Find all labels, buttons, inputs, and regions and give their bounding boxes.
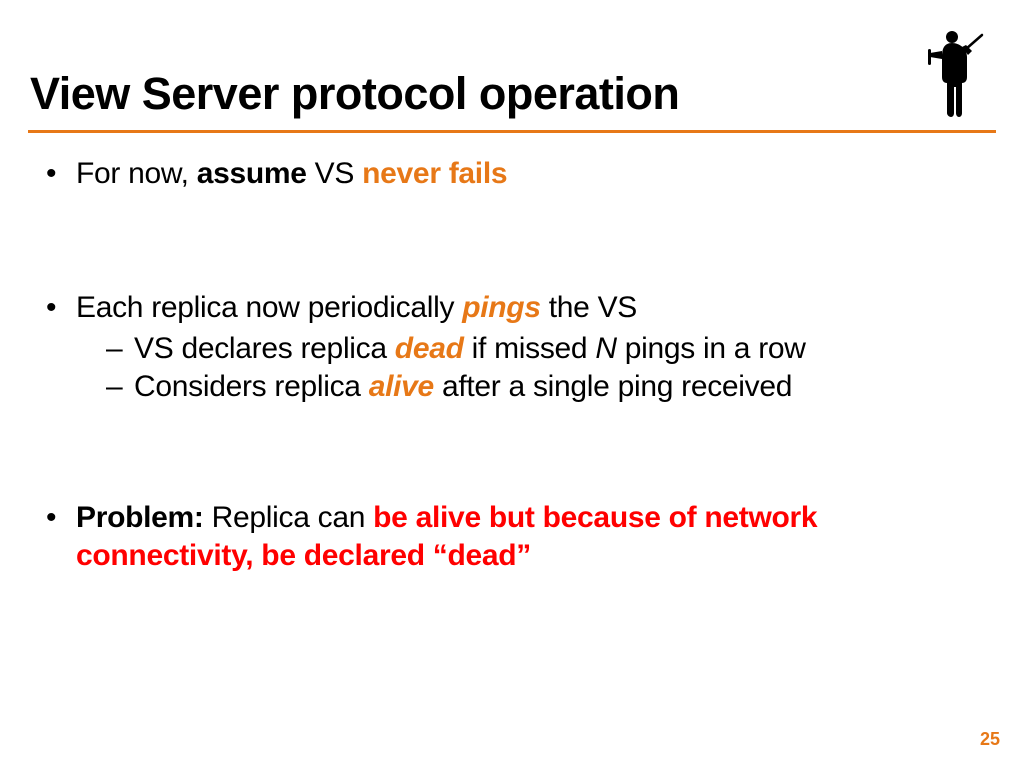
text: VS declares replica bbox=[134, 332, 395, 365]
page-number: 25 bbox=[980, 729, 1000, 750]
text-orange-bold-italic: pings bbox=[462, 291, 541, 324]
bullet-3: Problem: Replica can be alive but becaus… bbox=[42, 499, 984, 576]
title-rule bbox=[28, 130, 996, 133]
text-bold: assume bbox=[197, 157, 307, 190]
bullet-list: For now, assume VS never fails Each repl… bbox=[42, 155, 984, 575]
text: For now, bbox=[76, 157, 197, 190]
slide-body: For now, assume VS never fails Each repl… bbox=[42, 155, 984, 575]
text: VS bbox=[307, 157, 363, 190]
text-bold: Problem: bbox=[76, 501, 204, 534]
text: Each replica now periodically bbox=[76, 291, 462, 324]
sub-list: VS declares replica dead if missed N pin… bbox=[76, 330, 984, 407]
conductor-icon bbox=[922, 27, 984, 117]
bullet-2: Each replica now periodically pings the … bbox=[42, 289, 984, 406]
sub-bullet-1: VS declares replica dead if missed N pin… bbox=[106, 330, 984, 368]
text-orange-bold: never fails bbox=[362, 157, 507, 190]
slide: View Server protocol operation For now, … bbox=[0, 0, 1024, 768]
spacer bbox=[42, 193, 984, 289]
text: Considers replica bbox=[134, 370, 369, 403]
text: Replica can bbox=[204, 501, 374, 534]
spacer bbox=[42, 407, 984, 499]
text: after a single ping received bbox=[434, 370, 792, 403]
text: if missed bbox=[464, 332, 596, 365]
text-italic: N bbox=[595, 332, 616, 365]
title-row: View Server protocol operation bbox=[30, 70, 994, 117]
text: pings in a row bbox=[617, 332, 806, 365]
bullet-1: For now, assume VS never fails bbox=[42, 155, 984, 193]
sub-bullet-2: Considers replica alive after a single p… bbox=[106, 368, 984, 406]
text-orange-bold-italic: dead bbox=[395, 332, 464, 365]
text-orange-bold-italic: alive bbox=[369, 370, 434, 403]
slide-title: View Server protocol operation bbox=[30, 70, 679, 117]
text: the VS bbox=[541, 291, 637, 324]
